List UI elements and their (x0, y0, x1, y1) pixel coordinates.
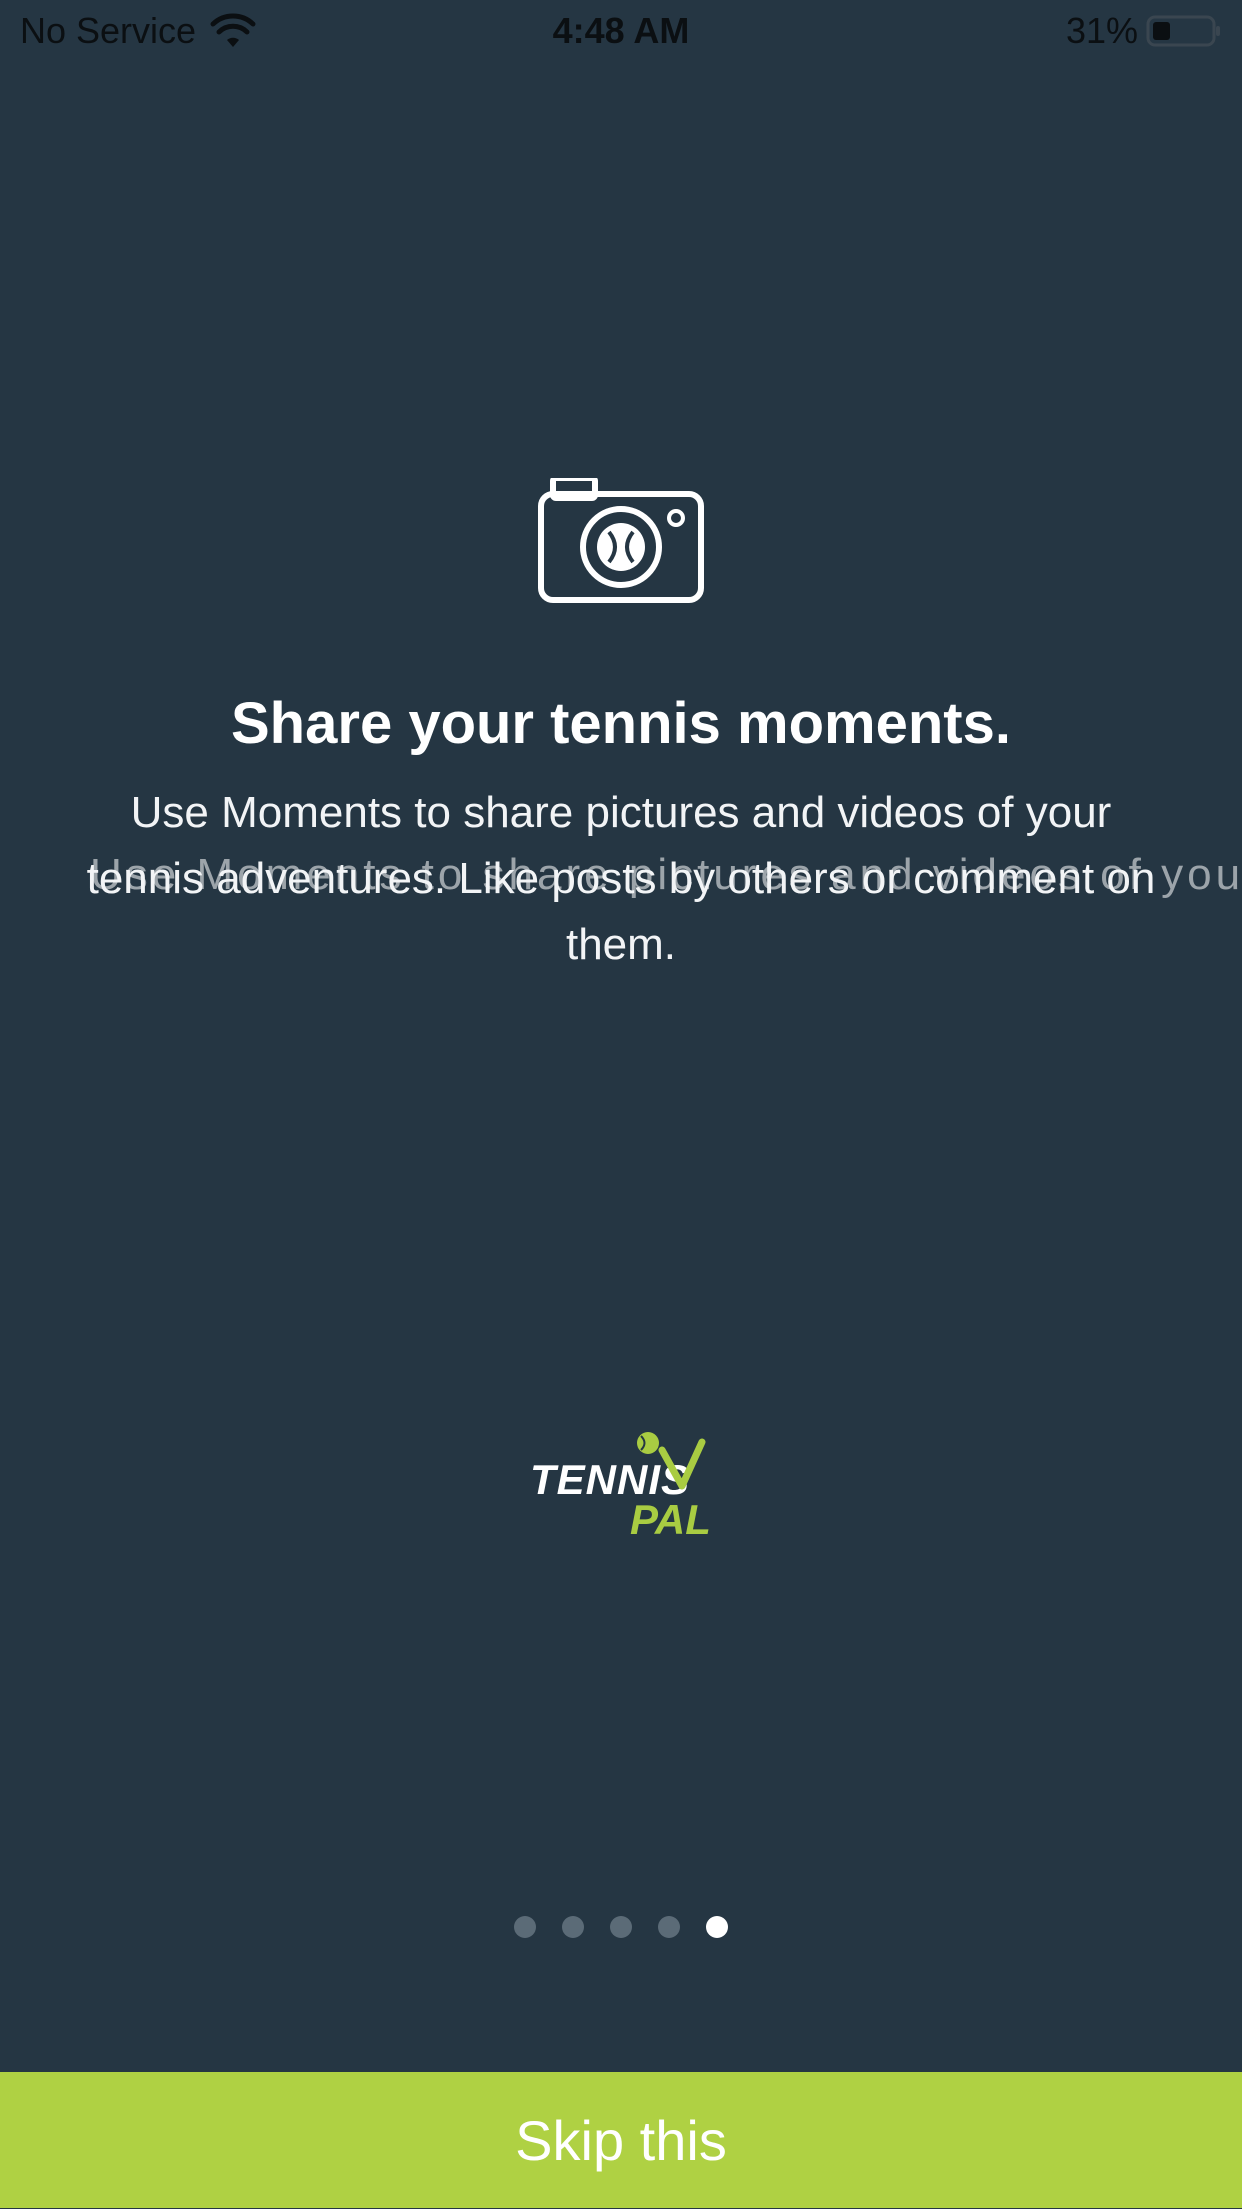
status-time: 4:48 AM (552, 10, 690, 51)
onboarding-title: Share your tennis moments. (231, 691, 1011, 756)
page-dot[interactable] (658, 1916, 680, 1938)
onboarding-description: Use Moments to share pictures and videos… (86, 788, 1156, 969)
battery-percent: 31% (1065, 10, 1138, 51)
page-dot[interactable] (610, 1916, 632, 1938)
tennispal-logo: TENNIS PAL (526, 1430, 716, 1543)
page-dot[interactable] (562, 1916, 584, 1938)
logo-word-pal: PAL (630, 1496, 711, 1543)
camera-icon (538, 475, 704, 604)
battery-icon (1146, 14, 1222, 48)
status-bar: No Service 4:48 AM 31% (0, 0, 1242, 62)
page-indicator (0, 1916, 1242, 1938)
skip-button[interactable]: Skip this (0, 2072, 1242, 2208)
page-dot[interactable] (706, 1916, 728, 1938)
tennis-ball-icon (637, 1432, 706, 1490)
status-right: 31% (1066, 10, 1222, 52)
page-dot[interactable] (514, 1916, 536, 1938)
